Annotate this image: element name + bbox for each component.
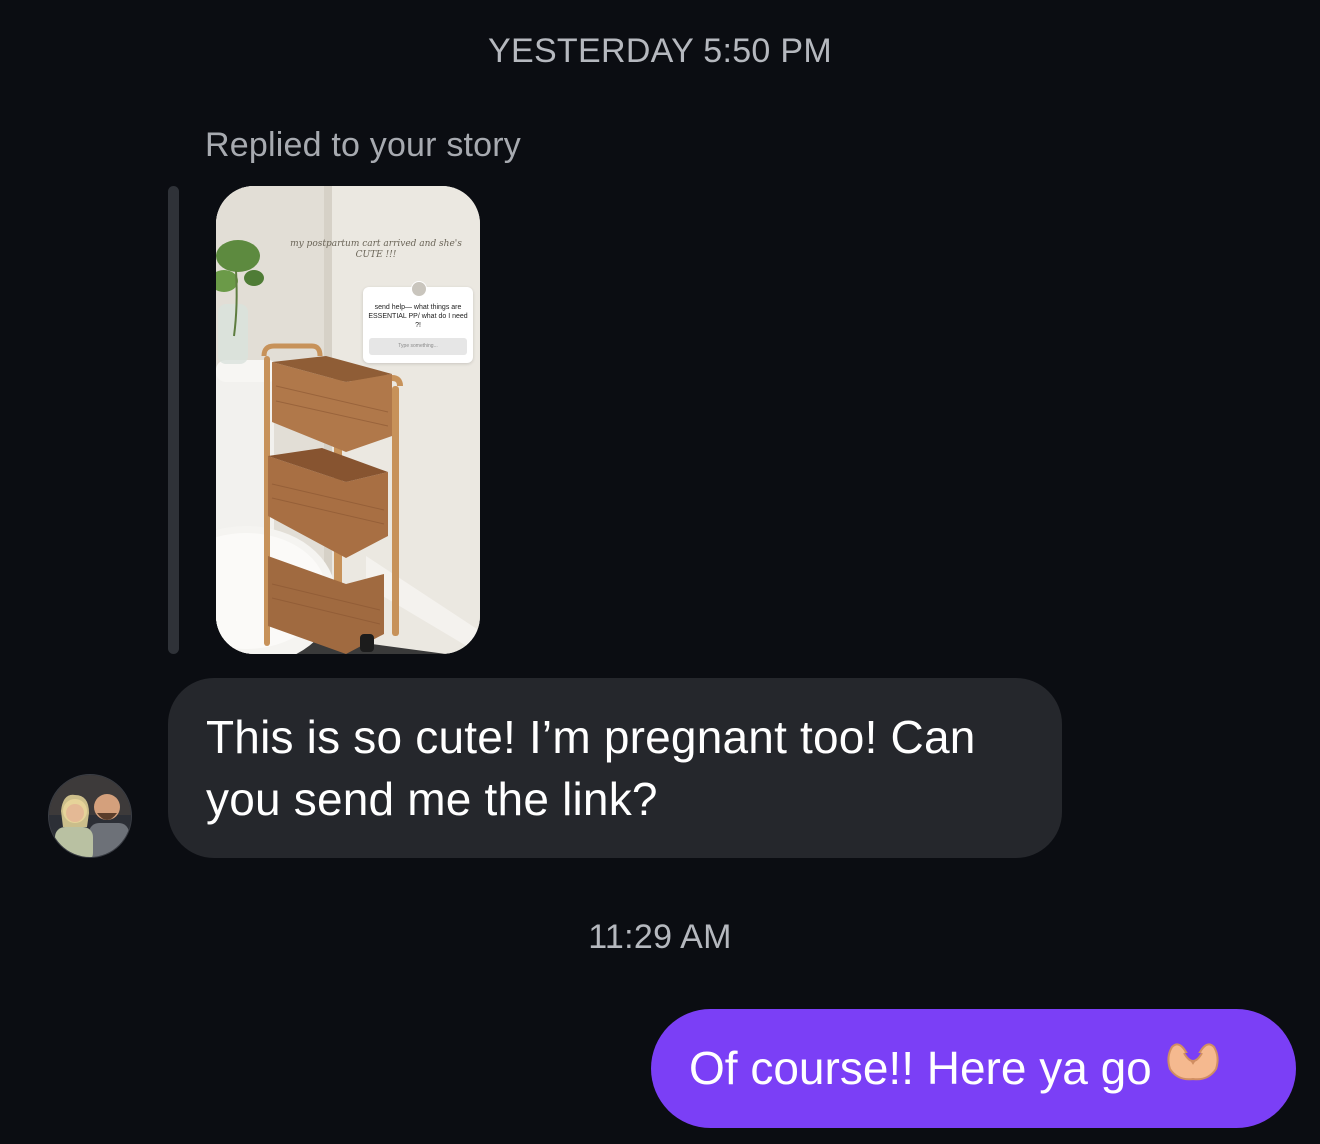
sticker-avatar (411, 281, 427, 297)
timestamp-header: YESTERDAY 5:50 PM (488, 32, 832, 70)
timestamp-divider: 11:29 AM (588, 918, 732, 956)
incoming-message-bubble[interactable]: This is so cute! I’m pregnant too! Can y… (168, 678, 1062, 858)
reply-indicator-bar (168, 186, 179, 654)
question-sticker: send help— what things are ESSENTIAL PP/… (363, 281, 473, 363)
story-reply-label: Replied to your story (205, 126, 522, 164)
question-sticker-input: Type something... (369, 338, 467, 355)
outgoing-message-text: Of course!! Here ya go (689, 1042, 1152, 1094)
dm-thread: YESTERDAY 5:50 PM Replied to your story (0, 0, 1320, 1144)
avatar-photo (49, 775, 131, 857)
heart-hands-icon (1164, 1008, 1222, 1127)
story-caption: my postpartum cart arrived and she's CUT… (290, 239, 462, 260)
outgoing-message-bubble[interactable]: Of course!! Here ya go (651, 1009, 1296, 1128)
sender-avatar[interactable] (48, 774, 132, 858)
question-sticker-text: send help— what things are ESSENTIAL PP/… (368, 304, 468, 329)
story-thumbnail[interactable]: my postpartum cart arrived and she's CUT… (216, 186, 480, 654)
